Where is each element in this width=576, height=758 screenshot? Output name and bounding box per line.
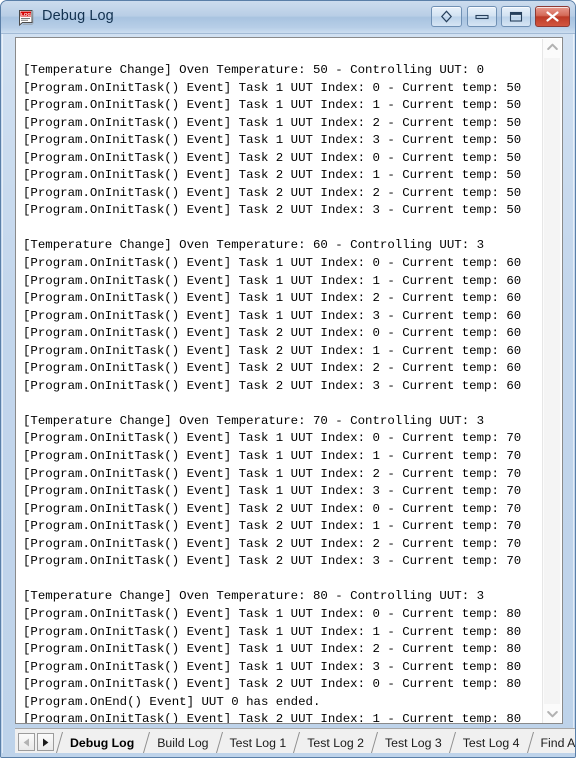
window-title: Debug Log xyxy=(42,8,114,24)
log-line: [Program.OnInitTask() Event] Task 1 UUT … xyxy=(23,308,522,323)
log-line: [Program.OnInitTask() Event] Task 1 UUT … xyxy=(23,466,522,481)
log-line: [Program.OnInitTask() Event] Task 2 UUT … xyxy=(23,519,522,534)
log-line-blank xyxy=(23,395,544,413)
svg-text:LOG: LOG xyxy=(21,12,31,17)
log-line: [Program.OnInitTask() Event] Task 2 UUT … xyxy=(23,185,522,200)
log-line: [Program.OnInitTask() Event] Task 2 UUT … xyxy=(23,326,522,341)
tab-label: Debug Log xyxy=(70,735,135,750)
log-line: [Program.OnInitTask() Event] Task 2 UUT … xyxy=(23,361,522,376)
log-line: [Program.OnInitTask() Event] Task 2 UUT … xyxy=(23,203,522,218)
log-text-viewport[interactable]: [Temperature Change] Oven Temperature: 5… xyxy=(16,38,544,723)
log-text-area[interactable]: [Temperature Change] Oven Temperature: 5… xyxy=(15,37,563,724)
log-lines-container: [Temperature Change] Oven Temperature: 5… xyxy=(23,62,544,723)
log-line: [Program.OnInitTask() Event] Task 1 UUT … xyxy=(23,624,522,639)
tab-build-log[interactable]: Build Log xyxy=(145,729,217,756)
debug-log-window: LOG Debug Log [Temperature Change] Oven … xyxy=(0,0,576,758)
log-line: [Program.OnInitTask() Event] Task 1 UUT … xyxy=(23,642,522,657)
tab-test-log-4[interactable]: Test Log 4 xyxy=(451,729,529,756)
title-bar[interactable]: LOG Debug Log xyxy=(1,1,575,34)
minimize-button[interactable] xyxy=(467,6,497,27)
log-line: [Temperature Change] Oven Temperature: 5… xyxy=(23,63,485,77)
log-line: [Program.OnInitTask() Event] Task 2 UUT … xyxy=(23,501,522,516)
tab-label: Test Log 3 xyxy=(385,735,442,750)
log-line: [Temperature Change] Oven Temperature: 7… xyxy=(23,413,485,428)
log-line-blank xyxy=(23,220,544,238)
tab-test-log-2[interactable]: Test Log 2 xyxy=(295,729,373,756)
tab-debug-log[interactable]: Debug Log xyxy=(58,729,145,756)
chevron-down-icon[interactable] xyxy=(543,706,561,723)
log-line: [Program.OnInitTask() Event] Task 1 UUT … xyxy=(23,659,522,674)
tab-label: Test Log 4 xyxy=(462,735,520,750)
log-line: [Temperature Change] Oven Temperature: 8… xyxy=(23,589,485,604)
close-button[interactable] xyxy=(535,6,570,27)
tab-find-all[interactable]: Find All xyxy=(529,729,576,756)
log-line: [Program.OnInitTask() Event] Task 2 UUT … xyxy=(23,378,522,393)
arrow-left-icon[interactable] xyxy=(18,733,35,751)
log-line: [Program.OnInitTask() Event] Task 1 UUT … xyxy=(23,606,522,621)
log-line: [Program.OnInitTask() Event] Task 2 UUT … xyxy=(23,712,522,723)
log-line: [Program.OnInitTask() Event] Task 1 UUT … xyxy=(23,133,522,148)
log-line-blank xyxy=(23,571,544,589)
tabs-container: Debug Log Build Log Test Log 1 Test Log 2 Te… xyxy=(58,729,576,756)
log-line: [Program.OnInitTask() Event] Task 2 UUT … xyxy=(23,677,522,692)
tab-test-log-3[interactable]: Test Log 3 xyxy=(373,729,451,756)
chevron-up-icon[interactable] xyxy=(543,39,561,57)
tab-strip: Debug Log Build Log Test Log 1 Test Log 2 Te… xyxy=(15,728,576,756)
log-line: [Program.OnInitTask() Event] Task 2 UUT … xyxy=(23,554,522,569)
log-line: [Program.OnInitTask() Event] Task 1 UUT … xyxy=(23,484,522,499)
tab-label: Build Log xyxy=(157,735,209,750)
vertical-scrollbar[interactable] xyxy=(542,39,561,723)
log-line: [Program.OnInitTask() Event] Task 2 UUT … xyxy=(23,150,522,165)
window-bottom-edge xyxy=(1,753,575,757)
log-line: [Program.OnInitTask() Event] Task 1 UUT … xyxy=(23,80,522,95)
arrow-right-icon[interactable] xyxy=(37,733,54,751)
help-button[interactable] xyxy=(431,6,462,27)
tab-test-log-1[interactable]: Test Log 1 xyxy=(218,729,296,756)
log-line: [Program.OnInitTask() Event] Task 1 UUT … xyxy=(23,256,522,271)
log-line: [Program.OnInitTask() Event] Task 1 UUT … xyxy=(23,98,522,113)
log-line: [Program.OnInitTask() Event] Task 1 UUT … xyxy=(23,273,522,288)
log-document-icon: LOG xyxy=(17,9,36,27)
log-line: [Program.OnInitTask() Event] Task 2 UUT … xyxy=(23,536,522,551)
log-line: [Program.OnInitTask() Event] Task 1 UUT … xyxy=(23,431,522,446)
log-line: [Temperature Change] Oven Temperature: 6… xyxy=(23,238,485,253)
maximize-button[interactable] xyxy=(501,6,531,27)
tab-label: Test Log 2 xyxy=(307,735,364,750)
tab-label: Test Log 1 xyxy=(229,735,287,750)
log-line: [Program.OnInitTask() Event] Task 1 UUT … xyxy=(23,115,522,130)
log-line: [Program.OnInitTask() Event] Task 2 UUT … xyxy=(23,168,522,183)
titlebar-separator xyxy=(1,33,575,34)
log-line: [Program.OnInitTask() Event] Task 1 UUT … xyxy=(23,291,522,306)
tab-label: Find All xyxy=(540,735,576,750)
log-line: [Program.OnInitTask() Event] Task 1 UUT … xyxy=(23,449,522,464)
log-line: [Program.OnEnd() Event] UUT 0 has ended. xyxy=(23,694,321,709)
log-line: [Program.OnInitTask() Event] Task 2 UUT … xyxy=(23,343,522,358)
vertical-scrollbar-thumb[interactable] xyxy=(544,58,560,704)
